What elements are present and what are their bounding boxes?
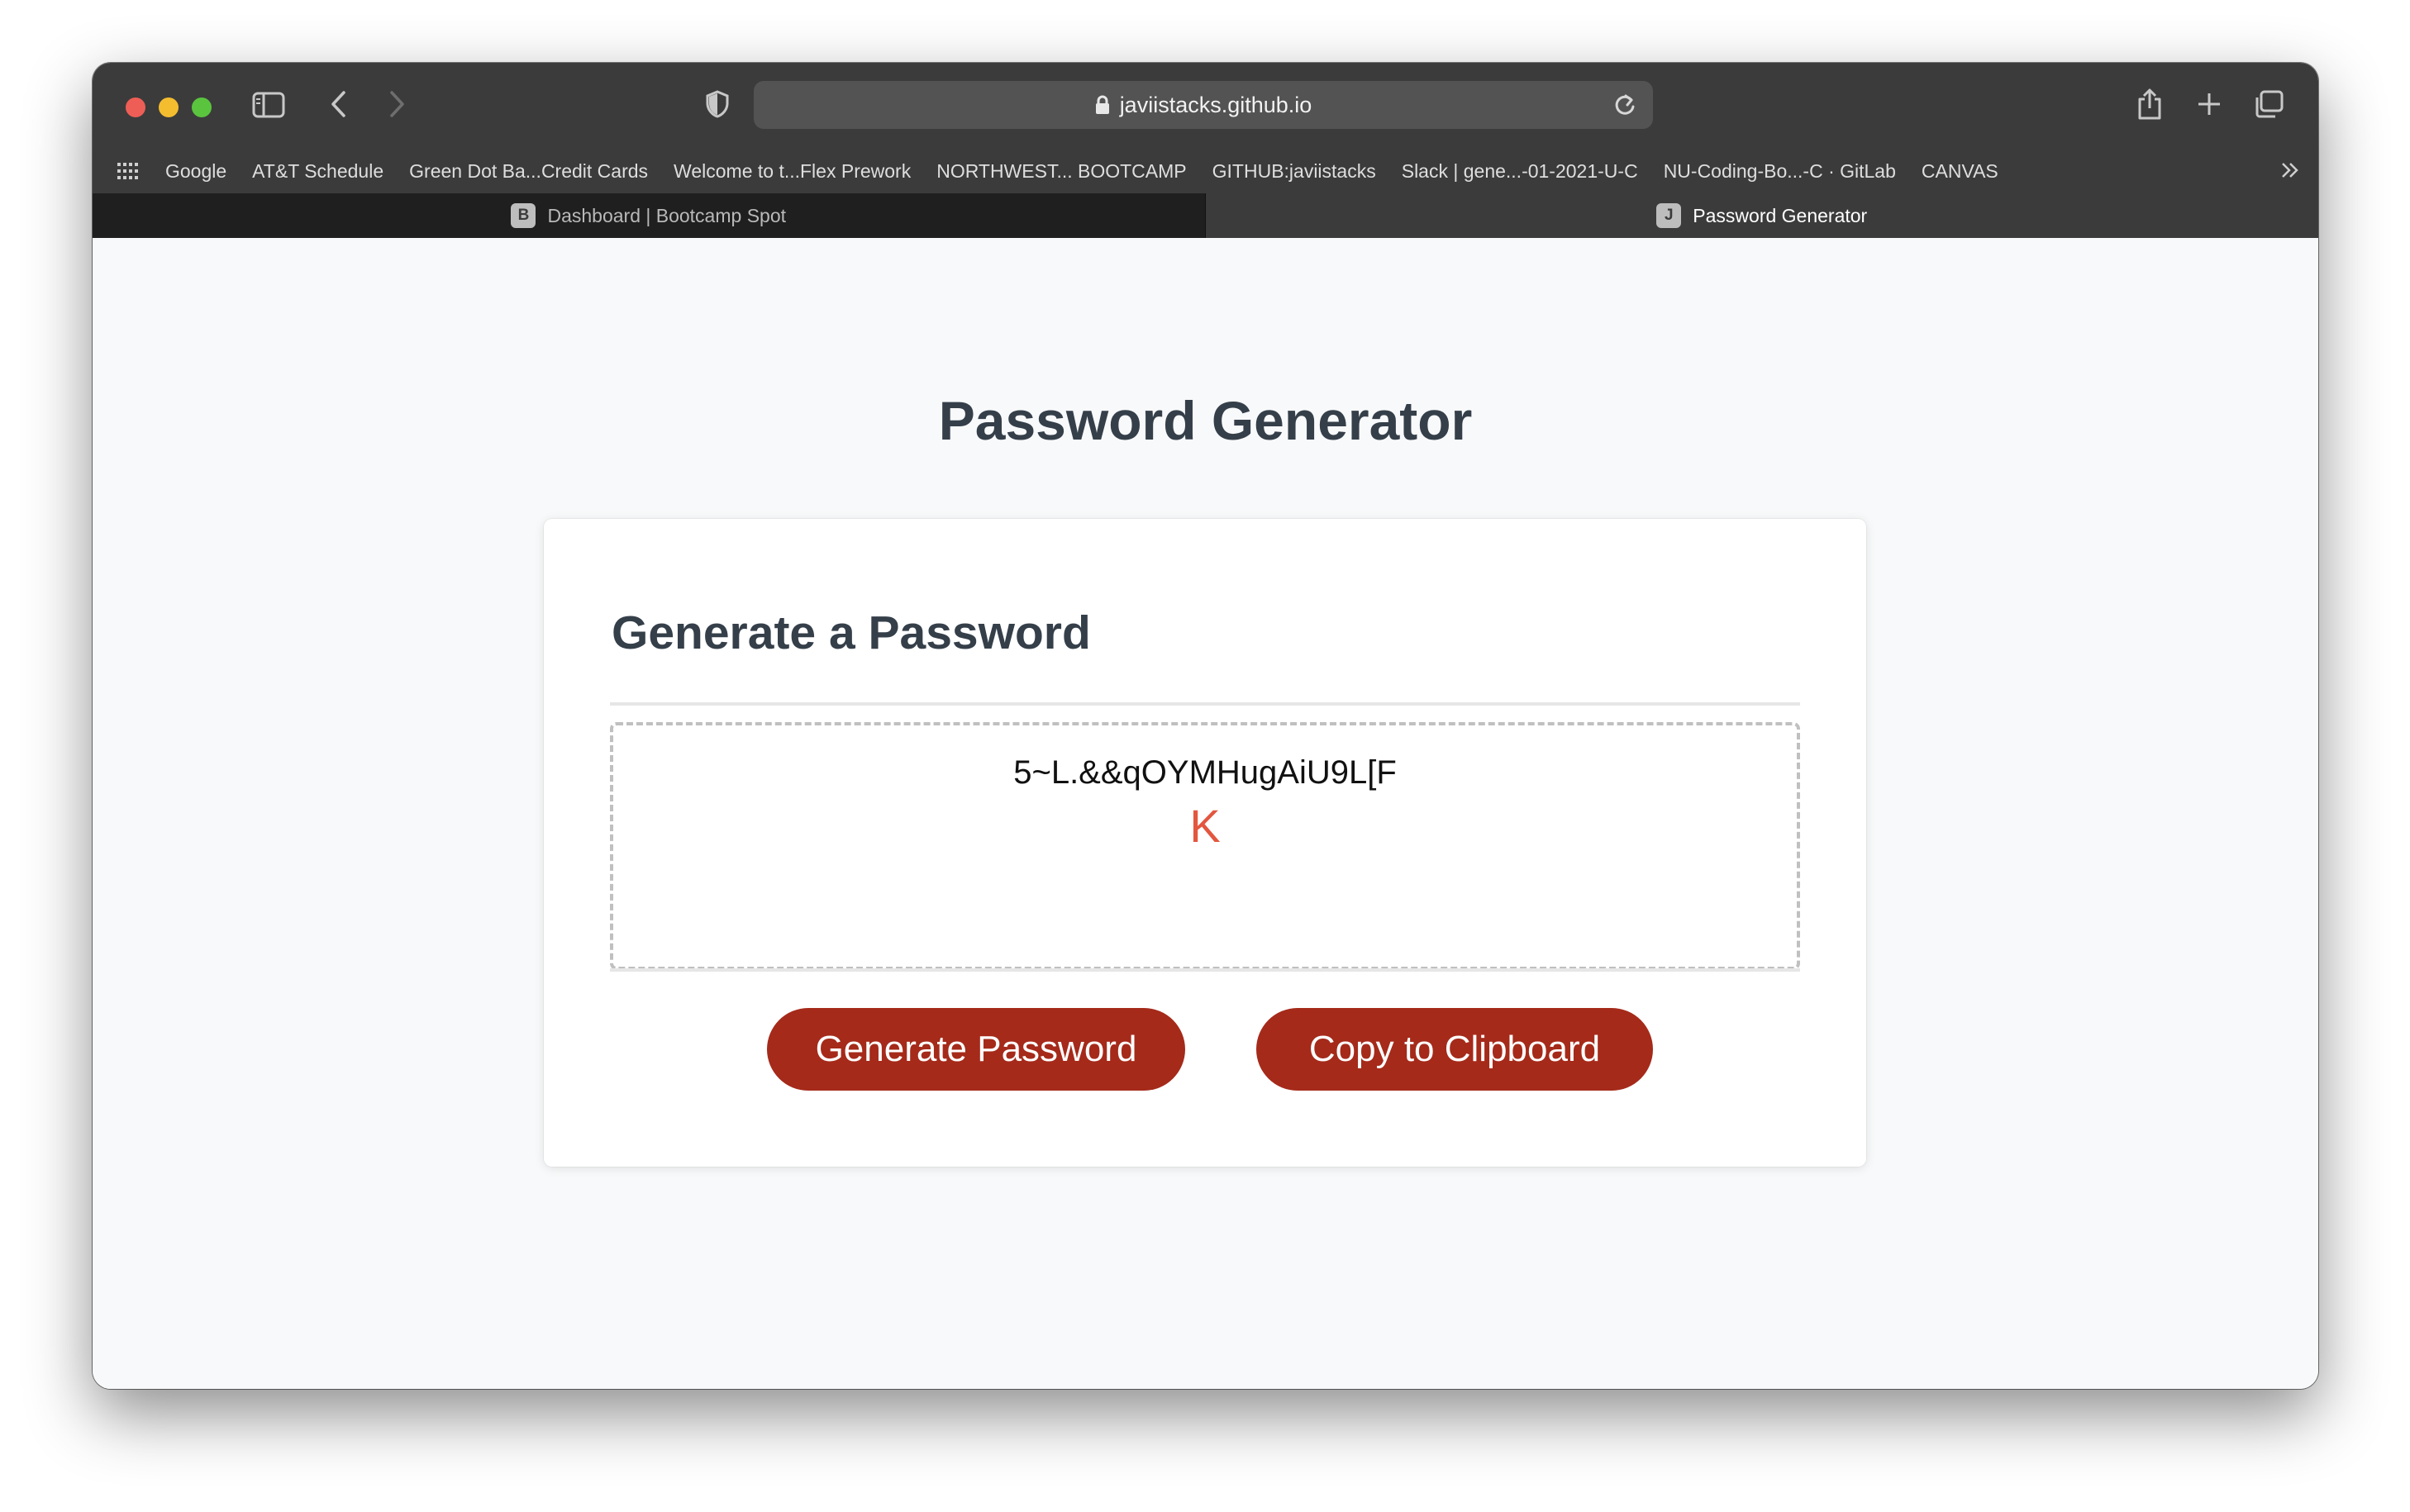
password-card: Generate a Password 5~L.&&qOYMHugAiU9L[F…	[544, 519, 1866, 1167]
lock-icon	[1095, 95, 1110, 115]
page-title: Password Generator	[938, 390, 1473, 451]
bookmark-slack[interactable]: Slack | gene...-01-2021-U-C	[1402, 160, 1638, 183]
password-text-overflow: K	[1189, 800, 1221, 852]
tab-label: Password Generator	[1693, 204, 1868, 226]
forward-icon[interactable]	[382, 88, 412, 121]
reload-icon[interactable]	[1613, 93, 1636, 117]
zoom-window-button[interactable]	[192, 97, 212, 117]
share-icon[interactable]	[2132, 86, 2167, 122]
bookmark-flex-prework[interactable]: Welcome to t...Flex Prework	[674, 160, 911, 183]
tab-favicon: J	[1656, 203, 1682, 228]
browser-window: javiistacks.github.io Google AT&T Schedu…	[93, 63, 2318, 1389]
tab-password-generator[interactable]: J Password Generator	[1205, 193, 2318, 238]
bookmark-google[interactable]: Google	[165, 160, 226, 183]
privacy-shield-icon[interactable]	[703, 88, 732, 121]
apps-grid-icon[interactable]	[117, 163, 139, 179]
tab-strip: B Dashboard | Bootcamp Spot J Password G…	[93, 193, 2318, 238]
tab-favicon: B	[511, 203, 536, 228]
bookmarks-bar: Google AT&T Schedule Green Dot Ba...Cred…	[93, 149, 2318, 193]
tab-dashboard[interactable]: B Dashboard | Bootcamp Spot	[93, 193, 1206, 238]
close-window-button[interactable]	[126, 97, 145, 117]
minimize-window-button[interactable]	[159, 97, 179, 117]
sidebar-toggle-icon[interactable]	[252, 91, 285, 119]
more-bookmarks-icon[interactable]	[2280, 160, 2300, 180]
page-content: Password Generator Generate a Password 5…	[93, 238, 2318, 1389]
generate-password-button[interactable]: Generate Password	[767, 1008, 1185, 1091]
bookmark-northwestern-bootcamp[interactable]: NORTHWEST... BOOTCAMP	[936, 160, 1186, 183]
url-text: javiistacks.github.io	[1119, 92, 1312, 117]
bookmark-canvas[interactable]: CANVAS	[1922, 160, 1998, 183]
tab-label: Dashboard | Bootcamp Spot	[547, 204, 787, 226]
bookmark-gitlab[interactable]: NU-Coding-Bo...-C · GitLab	[1664, 160, 1896, 183]
bookmark-att-schedule[interactable]: AT&T Schedule	[252, 160, 383, 183]
new-tab-icon[interactable]	[2192, 86, 2227, 122]
browser-toolbar: javiistacks.github.io	[93, 63, 2318, 149]
address-bar[interactable]: javiistacks.github.io	[754, 81, 1653, 129]
card-divider-top	[610, 702, 1800, 706]
card-divider-bottom	[610, 968, 1800, 972]
card-header: Generate a Password	[612, 606, 1091, 659]
tab-overview-icon[interactable]	[2251, 86, 2286, 122]
password-output[interactable]: 5~L.&&qOYMHugAiU9L[F K	[610, 722, 1800, 970]
copy-to-clipboard-button[interactable]: Copy to Clipboard	[1256, 1008, 1653, 1091]
bookmark-green-dot[interactable]: Green Dot Ba...Credit Cards	[409, 160, 648, 183]
bookmark-github[interactable]: GITHUB:javiistacks	[1212, 160, 1376, 183]
back-icon[interactable]	[324, 88, 354, 121]
password-text: 5~L.&&qOYMHugAiU9L[F	[1013, 754, 1397, 791]
